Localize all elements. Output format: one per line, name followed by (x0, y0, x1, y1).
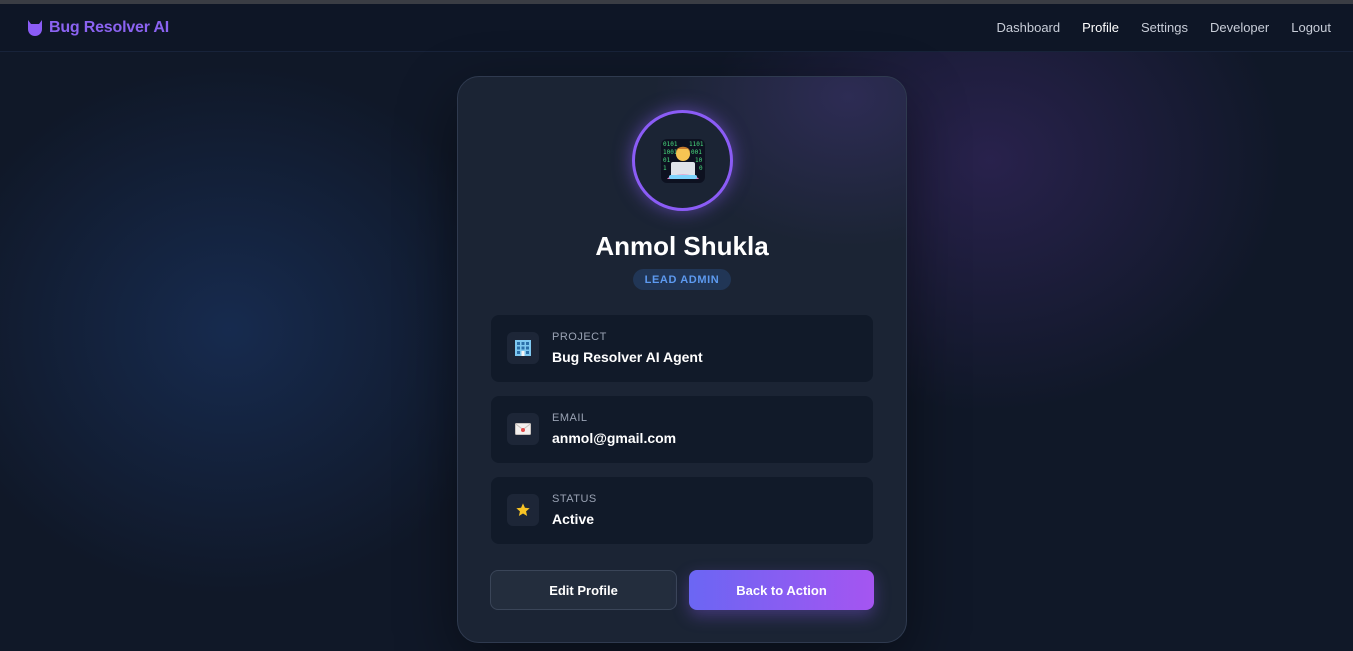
svg-text:1: 1 (663, 165, 667, 172)
envelope-icon (507, 413, 539, 445)
profile-card: 0101 1101 1001 001 01 10 10 Anmol Shukla LE… (457, 76, 907, 643)
email-info-row: EMAIL anmol@gmail.com (491, 396, 873, 463)
svg-text:0: 0 (699, 165, 703, 172)
email-value: anmol@gmail.com (552, 430, 677, 446)
email-label: EMAIL (552, 412, 588, 424)
svg-text:1001: 1001 (663, 149, 678, 156)
svg-text:001: 001 (691, 149, 702, 156)
svg-text:10: 10 (695, 157, 703, 164)
navbar: Bug Resolver AI Dashboard Profile Settin… (0, 4, 1353, 52)
edit-profile-button[interactable]: Edit Profile (490, 570, 677, 610)
status-info-row: STATUS Active (491, 477, 873, 544)
nav-settings[interactable]: Settings (1141, 20, 1188, 35)
status-label: STATUS (552, 493, 597, 505)
nav-profile[interactable]: Profile (1082, 20, 1119, 35)
svg-text:1101: 1101 (689, 141, 704, 148)
nav-logout[interactable]: Logout (1291, 20, 1331, 35)
building-icon (507, 332, 539, 364)
svg-text:01: 01 (663, 157, 671, 164)
avatar: 0101 1101 1001 001 01 10 10 (632, 110, 733, 211)
svg-text:0101: 0101 (663, 141, 678, 148)
project-info-row: PROJECT Bug Resolver AI Agent (491, 315, 873, 382)
status-value: Active (552, 511, 595, 527)
project-value: Bug Resolver AI Agent (552, 349, 703, 365)
project-label: PROJECT (552, 331, 607, 343)
nav-links: Dashboard Profile Settings Developer Log… (997, 20, 1331, 35)
nav-developer[interactable]: Developer (1210, 20, 1269, 35)
brand[interactable]: Bug Resolver AI (26, 19, 169, 37)
back-to-action-button[interactable]: Back to Action (689, 570, 874, 610)
nav-dashboard[interactable]: Dashboard (997, 20, 1061, 35)
role-badge: LEAD ADMIN (633, 269, 731, 290)
profile-name: Anmol Shukla (595, 231, 769, 261)
demon-logo-icon (28, 19, 42, 36)
brand-name: Bug Resolver AI (49, 18, 169, 36)
star-icon (507, 494, 539, 526)
technologist-icon: 0101 1101 1001 001 01 10 10 (660, 138, 705, 183)
